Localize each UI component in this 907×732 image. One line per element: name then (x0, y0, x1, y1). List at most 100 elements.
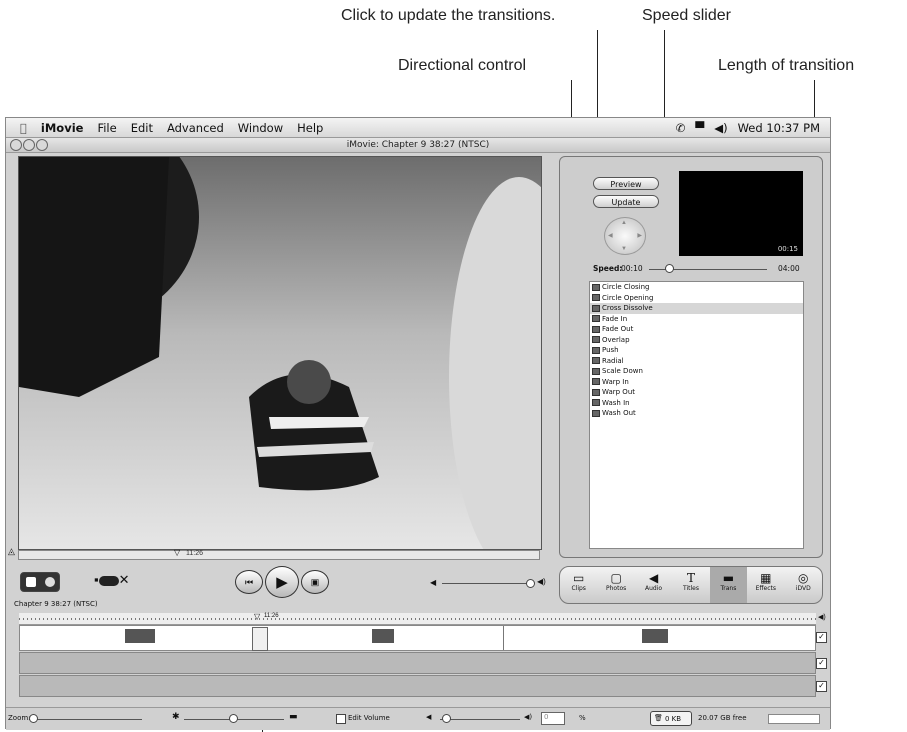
audio-track-2[interactable] (19, 675, 816, 697)
photos-pane-button[interactable]: ▢ Photos (597, 567, 634, 603)
volume-low-icon: ◀ (430, 578, 437, 587)
phone-icon[interactable]: ✆ (676, 121, 686, 135)
transition-thumb-icon (592, 304, 600, 312)
menu-edit[interactable]: Edit (124, 121, 160, 135)
directional-control[interactable]: ▲ ▼ ◀ ▶ (604, 217, 646, 255)
transition-item[interactable]: Circle Closing (590, 282, 803, 293)
rewind-icon: ⏮ (244, 576, 254, 587)
transition-item[interactable]: Push (590, 345, 803, 356)
rewind-button[interactable]: ⏮ (235, 570, 263, 594)
transition-item[interactable]: Overlap (590, 335, 803, 346)
zoom-slider-knob[interactable] (29, 714, 38, 723)
direction-up-icon[interactable]: ▲ (621, 220, 627, 226)
split-clip-toggle[interactable]: ▪ ✕ (94, 572, 130, 588)
clip-volume-slider[interactable] (440, 719, 520, 720)
timeline-ruler[interactable] (19, 613, 816, 625)
callout-directional-control: Directional control (398, 57, 527, 74)
zoom-label: Zoom: (8, 714, 31, 722)
fullscreen-play-button[interactable]: ▣ (301, 570, 329, 594)
monitor-volume-slider[interactable] (442, 583, 534, 584)
menu-help[interactable]: Help (290, 121, 330, 135)
transition-thumb-icon (592, 409, 600, 417)
speed-label: Speed: (593, 264, 623, 273)
menu-clock[interactable]: Wed 10:37 PM (738, 121, 820, 135)
transition-item[interactable]: Warp In (590, 377, 803, 388)
display-icon[interactable]: ▀ (695, 121, 704, 135)
clip-thumbnail[interactable] (125, 629, 155, 643)
free-space-label: 20.07 GB free (698, 714, 747, 722)
clip-volume-knob[interactable] (442, 714, 451, 723)
menu-window[interactable]: Window (231, 121, 290, 135)
speed-slider-knob[interactable] (665, 264, 674, 273)
direction-right-icon[interactable]: ▶ (637, 232, 642, 239)
menu-file[interactable]: File (90, 121, 123, 135)
transition-item[interactable]: Wash In (590, 398, 803, 409)
clip-thumbnail[interactable] (642, 629, 668, 643)
transition-item[interactable]: Fade In (590, 314, 803, 325)
pane-button-label: Trans (720, 585, 737, 592)
transition-thumb-icon (592, 294, 600, 302)
update-button[interactable]: Update (593, 195, 659, 208)
edit-volume-checkbox[interactable] (336, 714, 346, 724)
transition-item[interactable]: Radial (590, 356, 803, 367)
monitor-volume-knob[interactable] (526, 579, 535, 588)
transition-item-selected[interactable]: Cross Dissolve (590, 303, 803, 314)
apple-menu-icon[interactable]:  (6, 121, 34, 135)
clip-volume-high-icon: ◀) (524, 713, 533, 721)
menu-bar:  iMovie File Edit Advanced Window Help … (6, 118, 830, 138)
direction-down-icon[interactable]: ▼ (621, 246, 627, 252)
transition-item[interactable]: Scale Down (590, 366, 803, 377)
transition-label: Push (602, 346, 619, 354)
transition-label: Overlap (602, 335, 630, 344)
audio-track-1[interactable] (19, 652, 816, 674)
monitor-scrubber-bar[interactable] (18, 550, 540, 560)
clip-speed-knob[interactable] (229, 714, 238, 723)
audio-track-2-checkbox[interactable]: ✓ (816, 681, 827, 692)
timeline-playhead-icon[interactable]: ▽ (254, 612, 260, 621)
camera-edit-mode-switch[interactable] (20, 572, 60, 592)
volume-percent-field[interactable]: 0 (541, 712, 565, 725)
transition-item[interactable]: Fade Out (590, 324, 803, 335)
trash-button[interactable]: 🗑 0 KB (650, 711, 692, 726)
clips-pane-button[interactable]: ▭ Clips (560, 567, 597, 603)
transition-list: Circle Closing Circle Opening Cross Diss… (589, 281, 804, 549)
transition-thumb-icon (592, 325, 600, 333)
zoom-slider[interactable] (30, 719, 142, 720)
volume-menu-icon[interactable]: ◀) (714, 121, 727, 135)
play-button[interactable]: ▶ (265, 566, 299, 598)
transition-clip[interactable] (252, 627, 268, 651)
video-track[interactable] (19, 625, 816, 651)
titles-pane-button[interactable]: T Titles (672, 567, 709, 603)
audio-pane-button[interactable]: ◀ Audio (635, 567, 672, 603)
audio-icon: ◀ (648, 571, 659, 585)
effects-pane-button[interactable]: ▦ Effects (747, 567, 784, 603)
transition-thumb-icon (592, 283, 600, 291)
video-track-checkbox[interactable]: ✓ (816, 632, 827, 643)
speed-min-label: 00:10 (621, 264, 643, 273)
transition-label: Warp Out (602, 388, 636, 396)
menu-app-imovie[interactable]: iMovie (34, 121, 91, 135)
edit-mode-icon (26, 577, 36, 587)
bottom-toolbar: Zoom: ✱ ▬ Edit Volume ◀ ◀) 0 % 🗑 0 KB 20… (6, 707, 830, 730)
audio-track-1-checkbox[interactable]: ✓ (816, 658, 827, 669)
transition-item[interactable]: Wash Out (590, 408, 803, 419)
transition-item[interactable]: Circle Opening (590, 293, 803, 304)
clip-thumbnail[interactable] (372, 629, 394, 643)
transition-item[interactable]: Warp Out (590, 387, 803, 398)
pane-button-label: iDVD (795, 585, 811, 592)
transition-label: Wash Out (602, 409, 636, 417)
trans-pane-button[interactable]: ▬ Trans (709, 567, 748, 603)
idvd-pane-button[interactable]: ◎ iDVD (785, 567, 822, 603)
monitor-playhead-icon[interactable]: ▽ (174, 548, 180, 557)
fullscreen-icon: ▣ (310, 576, 320, 587)
video-frame (19, 157, 541, 549)
direction-left-icon[interactable]: ◀ (608, 232, 613, 239)
menu-advanced[interactable]: Advanced (160, 121, 231, 135)
trash-size: 0 KB (665, 715, 682, 723)
window-title: iMovie: Chapter 9 38:27 (NTSC) (346, 140, 490, 150)
volume-percent-unit: % (579, 714, 586, 722)
transition-thumb-icon (592, 357, 600, 365)
preview-button[interactable]: Preview (593, 177, 659, 190)
transition-label: Wash In (602, 398, 630, 407)
scrubber-start-icon[interactable]: ◬ (8, 546, 15, 557)
